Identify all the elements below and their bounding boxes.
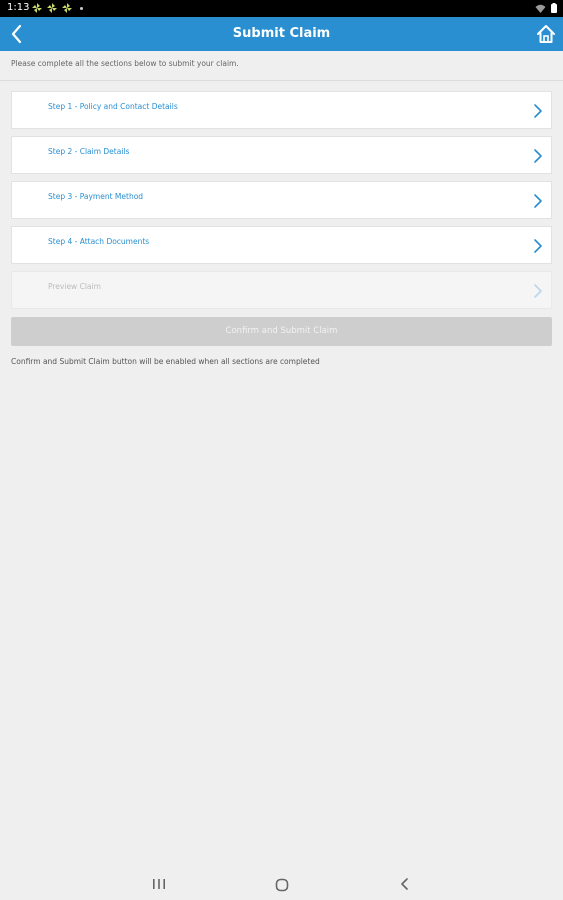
chevron-right-icon [534,284,542,298]
instructions-text: Please complete all the sections below t… [11,59,239,68]
back-icon[interactable] [399,877,411,891]
step-label: Step 1 - Policy and Contact Details [48,102,178,111]
step-item-policy-contact[interactable]: Step 1 - Policy and Contact Details [11,91,552,129]
wifi-icon [535,4,546,13]
step-label: Step 4 - Attach Documents [48,237,150,246]
notification-icons [32,3,83,13]
home-button[interactable] [535,23,557,45]
step-label: Step 2 - Claim Details [48,147,130,156]
home-circle-icon[interactable] [275,878,289,892]
battery-icon [551,3,557,13]
system-icons [535,3,557,13]
chevron-right-icon [534,104,542,118]
recents-icon[interactable] [152,878,166,890]
step-item-payment-method[interactable]: Step 3 - Payment Method [11,181,552,219]
step-label: Preview Claim [48,282,101,291]
dot-icon [80,6,83,10]
step-list: Step 1 - Policy and Contact Details Step… [11,91,552,316]
home-icon [537,25,555,43]
pinwheel-icon [62,3,72,13]
step-item-claim-details[interactable]: Step 2 - Claim Details [11,136,552,174]
chevron-right-icon [534,194,542,208]
chevron-right-icon [534,149,542,163]
status-bar: 1:13 [0,0,563,17]
submit-note: Confirm and Submit Claim button will be … [11,357,320,366]
system-nav-bar [0,867,563,900]
page-title: Submit Claim [232,26,331,41]
step-item-preview-claim: Preview Claim [11,271,552,309]
status-time: 1:13 [7,2,30,13]
confirm-submit-button: Confirm and Submit Claim [11,317,552,346]
divider [0,80,563,81]
app-header: Submit Claim [0,17,563,51]
step-label: Step 3 - Payment Method [48,192,144,201]
chevron-right-icon [534,239,542,253]
pinwheel-icon [32,3,42,13]
step-item-attach-documents[interactable]: Step 4 - Attach Documents [11,226,552,264]
pinwheel-icon [47,3,57,13]
